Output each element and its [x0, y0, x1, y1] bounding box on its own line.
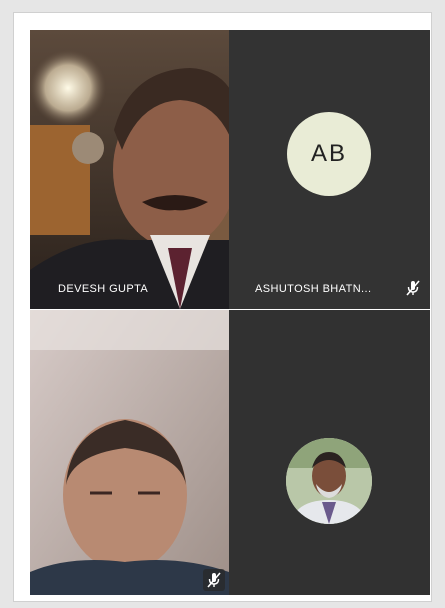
profile-photo-image [286, 438, 372, 524]
participant-name: DEVESH GUPTA [58, 283, 149, 295]
avatar [286, 438, 372, 524]
participant-video-feed [30, 30, 229, 309]
participant-tile-camera[interactable] [30, 310, 229, 595]
participant-tile-ashutosh-bhatnagar[interactable]: AB ASHUTOSH BHATN... [229, 30, 430, 309]
mic-muted-icon [203, 569, 225, 591]
participant-tile-profile-photo[interactable] [229, 310, 430, 595]
participant-name: ASHUTOSH BHATN... [255, 283, 372, 295]
video-grid: DEVESH GUPTA AB ASHUTOSH BHATN... [30, 30, 430, 595]
participant-tile-devesh-gupta[interactable]: DEVESH GUPTA [30, 30, 229, 309]
mic-muted-icon [406, 280, 420, 296]
participant-video-feed [30, 310, 229, 595]
avatar-initials: AB [287, 112, 371, 196]
